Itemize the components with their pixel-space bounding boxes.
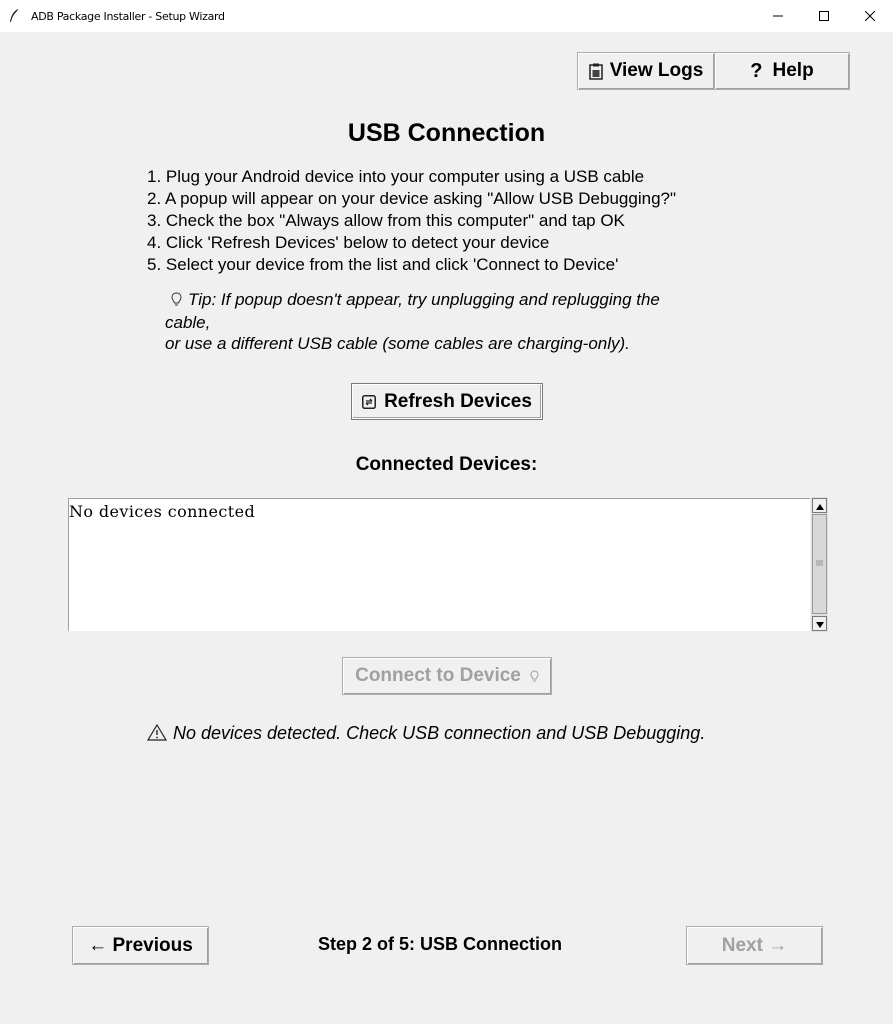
help-label: Help (772, 60, 814, 81)
window-title: ADB Package Installer - Setup Wizard (31, 10, 225, 23)
page-title: USB Connection (347, 119, 546, 147)
scrollbar-thumb[interactable] (812, 514, 827, 614)
triangle-down-icon (815, 615, 824, 633)
view-logs-button[interactable]: View Logs (577, 52, 715, 90)
warning-icon (146, 723, 168, 746)
instruction-step: 1. Plug your Android device into your co… (147, 167, 645, 186)
view-logs-label: View Logs (609, 60, 704, 81)
next-label: Next → (721, 934, 788, 956)
refresh-icon (362, 394, 377, 409)
previous-label: ← Previous (88, 934, 193, 956)
next-button[interactable]: Next → (686, 926, 823, 965)
connect-to-device-label: Connect to Device (355, 665, 521, 686)
clipboard-icon (588, 63, 603, 80)
close-button[interactable] (847, 0, 893, 32)
minimize-icon (773, 11, 783, 21)
maximize-button[interactable] (801, 0, 847, 32)
list-item[interactable]: No devices connected (69, 502, 255, 521)
title-bar: ADB Package Installer - Setup Wizard (0, 0, 893, 32)
refresh-devices-label: Refresh Devices (384, 390, 532, 412)
lightbulb-icon (171, 291, 182, 312)
scroll-down-button[interactable] (812, 616, 827, 631)
refresh-devices-button[interactable]: Refresh Devices (351, 383, 543, 420)
tip-line: Tip: If popup doesn't appear, try unplug… (188, 290, 660, 309)
step-indicator: Step 2 of 5: USB Connection (318, 934, 563, 954)
help-button[interactable]: ? Help (714, 52, 850, 90)
instruction-step: 3. Check the box "Always allow from this… (147, 211, 625, 230)
lightbulb-icon (530, 669, 539, 683)
tip-line: or use a different USB cable (some cable… (165, 334, 630, 353)
close-icon (865, 11, 875, 21)
tip-text: Tip: If popup doesn't appear, try unplug… (165, 289, 660, 354)
scroll-up-button[interactable] (812, 498, 827, 513)
devices-scrollbar[interactable] (811, 497, 828, 632)
feather-icon (9, 9, 19, 23)
status-text: No devices detected. Check USB connectio… (173, 723, 706, 743)
triangle-up-icon (815, 497, 824, 515)
minimize-button[interactable] (755, 0, 801, 32)
instructions-list: 1. Plug your Android device into your co… (147, 166, 676, 276)
maximize-icon (819, 11, 829, 21)
instruction-step: 5. Select your device from the list and … (147, 255, 619, 274)
status-message: No devices detected. Check USB connectio… (146, 723, 706, 746)
instruction-step: 4. Click 'Refresh Devices' below to dete… (147, 233, 550, 252)
connect-to-device-button[interactable]: Connect to Device (342, 657, 552, 695)
previous-button[interactable]: ← Previous (72, 926, 209, 965)
devices-heading: Connected Devices: (355, 454, 538, 475)
question-icon: ? (750, 59, 763, 82)
instruction-step: 2. A popup will appear on your device as… (147, 189, 677, 208)
tip-line: cable, (165, 313, 211, 332)
devices-listbox[interactable]: No devices connected (68, 498, 810, 631)
